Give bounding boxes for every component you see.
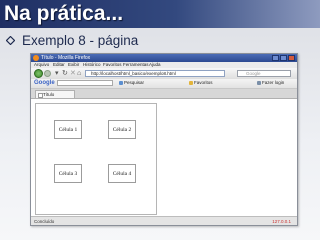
star-icon [189,81,193,85]
close-button[interactable] [288,55,295,61]
url-bar[interactable]: http://localhost/html_basico/exemplo8.ht… [85,70,225,77]
back-button[interactable] [34,69,43,78]
user-icon [257,81,261,85]
status-right-text: 127.0.0.1 [272,219,291,224]
home-icon[interactable]: ⌂ [77,69,81,78]
minimize-button[interactable] [272,55,279,61]
maximize-button[interactable] [280,55,287,61]
table-cell: Célula 1 [54,120,82,139]
favorites-button[interactable]: Favoritos [189,80,213,86]
bullet-text: Exemplo 8 - página [22,33,139,48]
dropdown-icon[interactable]: ▾ [55,69,59,78]
search-placeholder: Google [246,71,261,76]
window-title: Título - Mozilla Firefox [41,55,91,61]
cell-label: Célula 2 [112,126,132,133]
cell-label: Célula 3 [58,170,78,177]
page-content: Célula 1 Célula 2 Célula 3 Célula 4 [31,99,297,216]
google-search-button[interactable]: Pesquisar [119,80,144,86]
table-cell: Célula 2 [108,120,136,139]
browser-window: Título - Mozilla Firefox Arquivo Editar … [30,53,298,226]
stop-icon[interactable]: ✕ [70,69,76,78]
google-logo: Google [34,80,55,86]
favorites-label: Favoritos [194,80,213,85]
google-search-label: Pesquisar [124,80,145,85]
bullet-item: Exemplo 8 - página [6,33,138,48]
slide-title: Na prática... [4,2,124,25]
url-text: http://localhost/html_basico/exemplo8.ht… [91,71,176,76]
reload-icon[interactable]: ↻ [62,69,68,78]
login-button[interactable]: Fazer login [257,80,284,86]
google-toolbar: Google Pesquisar Favoritos Fazer login [31,79,297,89]
slide-title-bar: Na prática... [0,0,320,28]
search-icon [119,81,123,85]
window-titlebar: Título - Mozilla Firefox [31,54,297,62]
tab-label: Título [43,92,55,97]
table-container: Célula 1 Célula 2 Célula 3 Célula 4 [35,103,157,215]
diamond-bullet-icon [6,34,16,48]
google-search-input[interactable] [57,80,113,86]
cell-label: Célula 4 [112,170,132,177]
tab-title[interactable]: Título [35,90,75,98]
status-text: Concluído [34,219,55,224]
status-bar: Concluído 127.0.0.1 [31,216,297,225]
cell-label: Célula 1 [58,126,78,133]
table-cell: Célula 4 [108,164,136,183]
table-cell: Célula 3 [54,164,82,183]
login-label: Fazer login [262,80,285,85]
search-input[interactable]: Google [237,70,291,77]
forward-button[interactable] [44,70,51,77]
tab-strip: Título [31,89,297,99]
firefox-icon [33,55,39,61]
